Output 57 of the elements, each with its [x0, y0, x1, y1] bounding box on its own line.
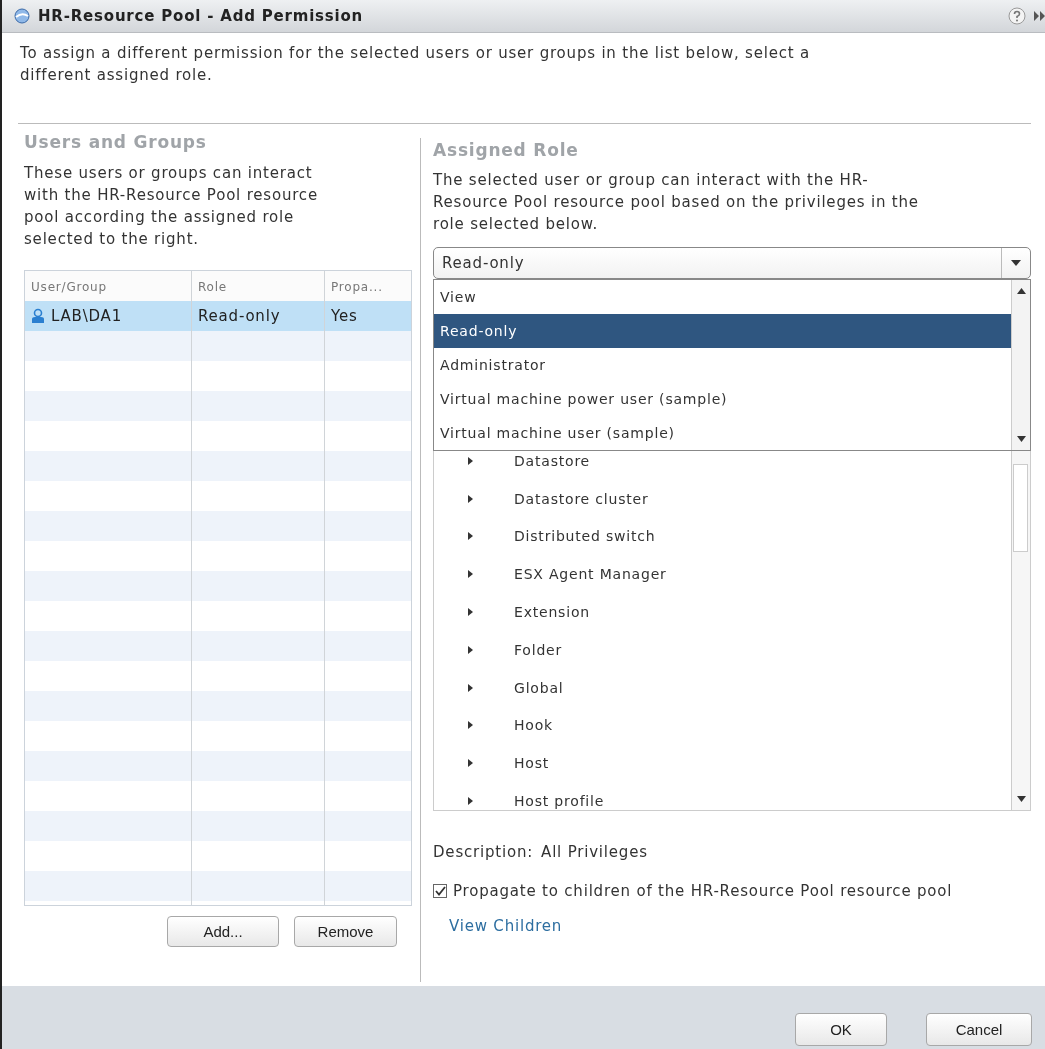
expand-icon[interactable]: [468, 456, 474, 465]
scroll-up-icon[interactable]: [1016, 288, 1026, 294]
scroll-down-icon[interactable]: [1016, 796, 1026, 802]
user-name: LAB\DA1: [51, 307, 122, 325]
column-header[interactable]: Role: [192, 271, 325, 303]
role-option[interactable]: Virtual machine power user (sample): [434, 382, 1011, 416]
checkbox-label: Propagate to children of the HR-Resource Pool resource pool: [453, 882, 953, 900]
propagate-checkbox[interactable]: [433, 884, 447, 898]
table-cell[interactable]: Read-only: [192, 301, 325, 331]
privilege-item[interactable]: Global: [514, 679, 564, 696]
panel-button[interactable]: Remove: [294, 916, 397, 947]
role-option[interactable]: Read-only: [434, 314, 1011, 348]
scrollbar-thumb[interactable]: [1013, 464, 1028, 552]
privilege-item[interactable]: Distributed switch: [514, 528, 656, 545]
privilege-item[interactable]: Datastore cluster: [514, 490, 649, 507]
role-option[interactable]: View: [434, 280, 1011, 314]
expand-icon[interactable]: [1034, 11, 1045, 21]
view-children-link[interactable]: View Children: [449, 917, 563, 935]
panel-button[interactable]: Add...: [167, 916, 279, 947]
expand-icon[interactable]: [468, 570, 474, 579]
privilege-item[interactable]: Datastore: [514, 452, 591, 469]
role-option[interactable]: Virtual machine user (sample): [434, 416, 1011, 450]
description-value: All Privileges: [541, 843, 648, 861]
caret-icon: [1011, 260, 1021, 266]
expand-icon[interactable]: [468, 532, 474, 541]
section-heading: Users and Groups: [24, 132, 208, 152]
scroll-down-icon[interactable]: [1016, 436, 1026, 442]
role-dropdown[interactable]: Read-only: [433, 247, 1031, 279]
privilege-item[interactable]: Host profile: [514, 793, 605, 810]
table-cell[interactable]: Yes: [325, 301, 411, 331]
privilege-item[interactable]: ESX Agent Manager: [514, 566, 667, 583]
window-title: HR-Resource Pool - Add Permission: [38, 7, 365, 25]
privilege-item[interactable]: Extension: [514, 604, 590, 621]
section-description: These users or groups can interact with the HR-Resource Pool resource pool according the assigned role selected to the right.: [24, 163, 319, 250]
section-heading: Assigned Role: [433, 140, 580, 160]
expand-icon[interactable]: [468, 608, 474, 617]
expand-icon[interactable]: [468, 759, 474, 768]
instructions-text: To assign a different permission for the selected users or user groups in the list below, select a different assigned role.: [19, 43, 812, 86]
resource-pool-icon: [14, 8, 30, 24]
help-icon[interactable]: [1008, 7, 1026, 25]
role-option[interactable]: Administrator: [434, 348, 1011, 382]
expand-icon[interactable]: [468, 494, 474, 503]
column-header[interactable]: Propa...: [325, 271, 411, 303]
table-cell[interactable]: LAB\DA1: [25, 301, 192, 331]
dialog-button[interactable]: OK: [795, 1013, 887, 1046]
expand-icon[interactable]: [468, 683, 474, 692]
section-description: The selected user or group can interact with the HR-Resource Pool resource pool based on the privileges in the role selected below.: [433, 170, 920, 235]
column-header[interactable]: User/Group: [25, 271, 192, 303]
expand-icon[interactable]: [468, 721, 474, 730]
user-icon: [31, 308, 45, 324]
expand-icon[interactable]: [468, 797, 474, 806]
privilege-item[interactable]: Folder: [514, 641, 563, 658]
dialog-button[interactable]: Cancel: [926, 1013, 1032, 1046]
expand-icon[interactable]: [468, 645, 474, 654]
privilege-item[interactable]: Host: [514, 755, 550, 772]
description-label: Description:: [433, 843, 534, 861]
privilege-item[interactable]: Hook: [514, 717, 553, 734]
